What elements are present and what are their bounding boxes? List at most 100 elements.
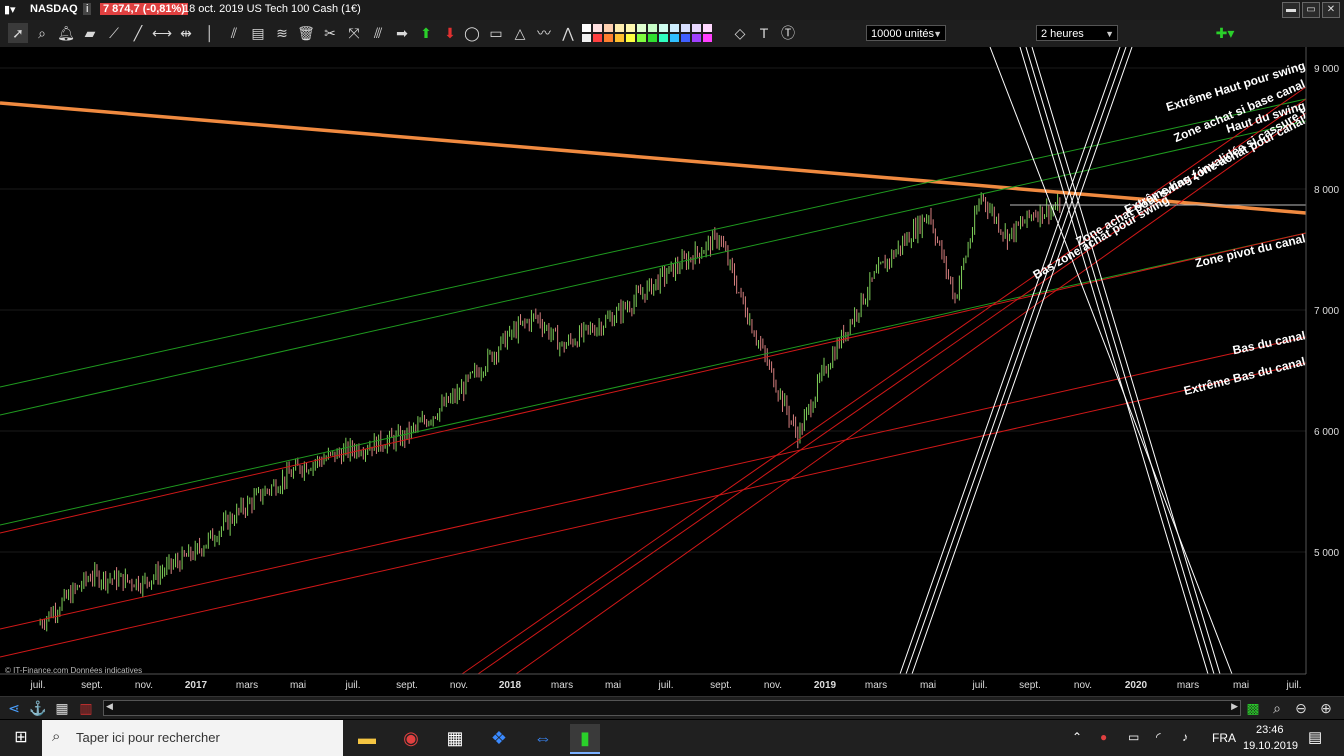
- x-tick-label: nov.: [135, 680, 153, 691]
- tray-app-icon[interactable]: ●: [1100, 730, 1107, 744]
- timeframe-select[interactable]: 2 heures ▼: [1036, 25, 1118, 41]
- teamviewer-icon[interactable]: ⇔: [528, 724, 558, 752]
- arrow-right-icon[interactable]: ➡: [392, 23, 412, 43]
- search-placeholder: Taper ici pour rechercher: [76, 730, 220, 745]
- color-swatch[interactable]: [582, 24, 591, 32]
- language-indicator[interactable]: FRA: [1212, 731, 1236, 745]
- x-tick-label: mai: [1233, 680, 1249, 691]
- channel-tool-icon[interactable]: ⫻: [368, 23, 388, 43]
- color-swatch[interactable]: [582, 34, 591, 42]
- color-swatch[interactable]: [703, 24, 712, 32]
- notifications-icon[interactable]: ▤: [1308, 728, 1322, 746]
- ellipse-icon[interactable]: ◯: [462, 23, 482, 43]
- color-swatch[interactable]: [692, 24, 701, 32]
- volume-icon[interactable]: ♪: [1182, 730, 1188, 744]
- color-swatch[interactable]: [637, 24, 646, 32]
- horizontal-scrollbar[interactable]: ◀ ▶: [103, 700, 1241, 716]
- fibonacci-icon[interactable]: ▤: [248, 23, 268, 43]
- wave-icon[interactable]: 〰: [534, 23, 554, 43]
- scroll-left-icon[interactable]: ◀: [106, 701, 113, 712]
- zoom-fit-icon[interactable]: ⌕: [1267, 698, 1287, 718]
- triangle-icon[interactable]: △: [510, 23, 530, 43]
- dropbox-icon[interactable]: ❖: [484, 724, 514, 752]
- cursor-icon[interactable]: ➚: [8, 23, 28, 43]
- x-tick-label: 2020: [1125, 680, 1148, 691]
- gann-icon[interactable]: ≋: [272, 23, 292, 43]
- color-swatch[interactable]: [648, 34, 657, 42]
- calculator-icon[interactable]: ▦: [440, 724, 470, 752]
- color-swatch[interactable]: [593, 34, 602, 42]
- trash-icon[interactable]: 🗑︎: [296, 23, 316, 43]
- maximize-button[interactable]: ▭: [1302, 2, 1320, 18]
- taskbar-search[interactable]: ⌕ Taper ici pour rechercher: [42, 720, 343, 756]
- clock-date[interactable]: 19.10.2019: [1243, 740, 1298, 752]
- fan-icon[interactable]: ⤧: [344, 23, 364, 43]
- channel-icon[interactable]: ⫽: [224, 23, 244, 43]
- pattern-icon[interactable]: ⋀: [558, 23, 578, 43]
- color-swatch[interactable]: [703, 34, 712, 42]
- color-swatch[interactable]: [604, 24, 613, 32]
- y-tick-label: 6 000: [1314, 427, 1339, 438]
- add-indicator-icon[interactable]: ✚▾: [1210, 23, 1240, 43]
- wifi-icon[interactable]: ◜: [1156, 730, 1161, 744]
- horizontal-line-icon[interactable]: ⟷: [152, 23, 172, 43]
- color-swatch[interactable]: [615, 24, 624, 32]
- minimize-button[interactable]: ▬: [1282, 2, 1300, 18]
- anchor-icon[interactable]: ⚓: [28, 698, 48, 718]
- trading-app-icon[interactable]: ▮: [570, 724, 600, 754]
- battery-icon[interactable]: ▭: [1128, 730, 1139, 744]
- tools-icon[interactable]: ✂: [320, 23, 340, 43]
- alert-bell-icon[interactable]: 🔔︎: [56, 23, 76, 43]
- share-icon[interactable]: ⋖: [4, 698, 24, 718]
- color-swatch[interactable]: [626, 24, 635, 32]
- chrome-icon[interactable]: ◉: [396, 724, 426, 752]
- scroll-right-icon[interactable]: ▶: [1231, 701, 1238, 712]
- ruler-icon[interactable]: ▰: [80, 23, 100, 43]
- zoom-out-icon[interactable]: ⊖: [1291, 698, 1311, 718]
- arrow-down-icon[interactable]: ⬇: [440, 23, 460, 43]
- vertical-line-icon[interactable]: │: [200, 23, 220, 43]
- chevron-down-icon: ▼: [933, 29, 942, 39]
- color-swatch[interactable]: [670, 34, 679, 42]
- color-swatch[interactable]: [670, 24, 679, 32]
- quantity-select[interactable]: 10000 unités ▼: [866, 25, 946, 41]
- color-swatch[interactable]: [626, 34, 635, 42]
- price-chart[interactable]: Extrême Haut pour swingZone achat si bas…: [0, 47, 1344, 696]
- arrow-up-icon[interactable]: ⬆: [416, 23, 436, 43]
- color-swatch[interactable]: [615, 34, 624, 42]
- tray-chevron-icon[interactable]: ⌃: [1072, 730, 1082, 744]
- color-swatch[interactable]: [681, 34, 690, 42]
- trendline-icon[interactable]: ╱: [128, 23, 148, 43]
- color-swatch[interactable]: [604, 34, 613, 42]
- rectangle-icon[interactable]: ▭: [486, 23, 506, 43]
- color-swatch[interactable]: [681, 24, 690, 32]
- quantity-value: 10000 unités: [871, 28, 934, 40]
- segment-icon[interactable]: ⟋: [104, 23, 124, 43]
- text-box-icon[interactable]: Ⓣ: [778, 23, 798, 43]
- x-tick-label: 2017: [185, 680, 208, 691]
- file-explorer-icon[interactable]: ▬: [352, 724, 382, 752]
- color-swatch[interactable]: [637, 34, 646, 42]
- close-button[interactable]: ✕: [1322, 2, 1340, 18]
- clock-time[interactable]: 23:46: [1256, 724, 1284, 736]
- zoom-in-icon[interactable]: ⊕: [1316, 698, 1336, 718]
- y-tick-label: 7 000: [1314, 306, 1339, 317]
- color-swatch[interactable]: [692, 34, 701, 42]
- text-tool-icon[interactable]: T: [754, 23, 774, 43]
- info-icon[interactable]: i: [83, 3, 92, 15]
- color-swatch[interactable]: [593, 24, 602, 32]
- color-palette[interactable]: [582, 24, 722, 44]
- indicator-icon[interactable]: ▦: [52, 698, 72, 718]
- indicators-icon[interactable]: ▩: [1243, 698, 1263, 718]
- color-swatch[interactable]: [648, 24, 657, 32]
- color-swatch[interactable]: [659, 24, 668, 32]
- eraser-icon[interactable]: ◇: [730, 23, 750, 43]
- color-swatch[interactable]: [659, 34, 668, 42]
- windows-start-icon[interactable]: ⊞: [6, 724, 36, 752]
- compare-icon[interactable]: ▥: [76, 698, 96, 718]
- zoom-icon[interactable]: ⌕: [32, 23, 52, 43]
- symbol-name[interactable]: NASDAQ: [30, 3, 78, 15]
- horizontal-ray-icon[interactable]: ⇹: [176, 23, 196, 43]
- x-tick-label: sept.: [1019, 680, 1041, 691]
- x-tick-label: nov.: [1074, 680, 1092, 691]
